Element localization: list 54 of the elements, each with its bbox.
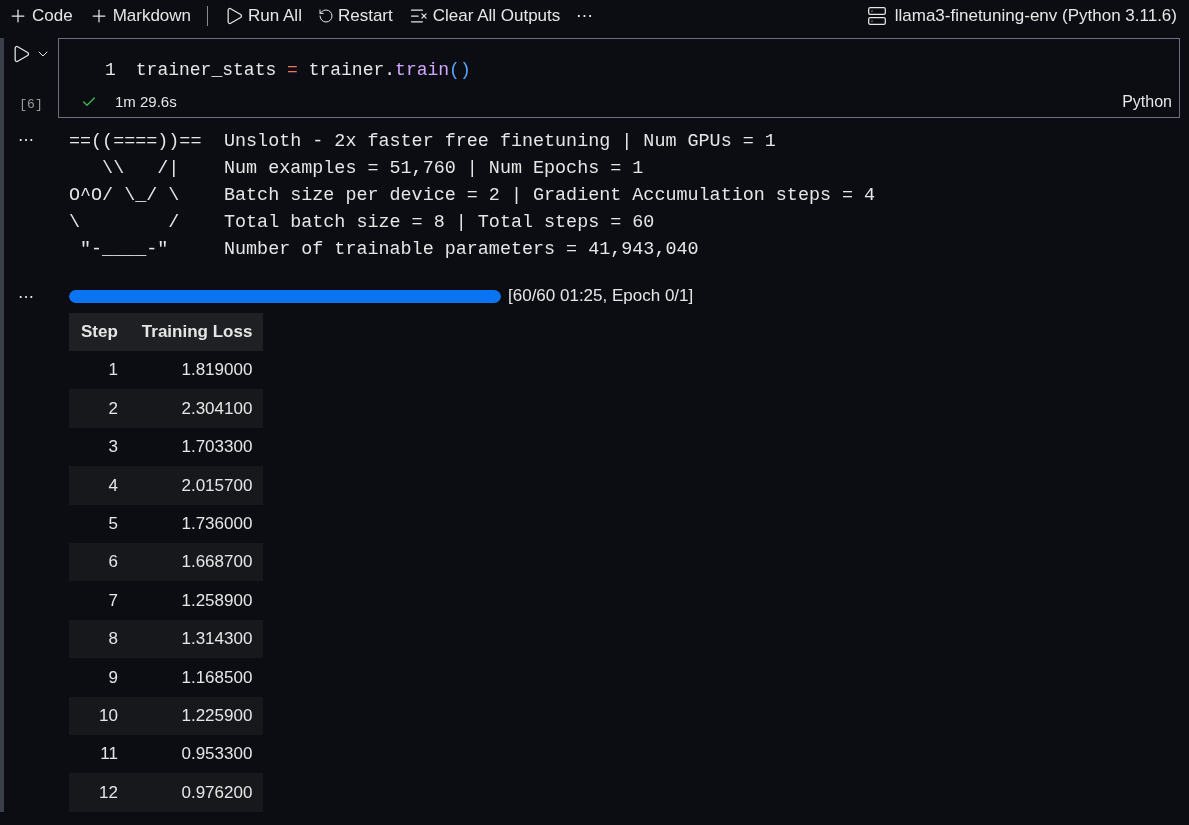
- output-line: Total batch size = 8 | Total steps = 60: [224, 211, 655, 235]
- code-line: trainer_stats = trainer.train(): [135, 59, 471, 82]
- ascii-art: "-____-": [79, 238, 170, 262]
- table-cell: 0.976200: [129, 773, 264, 812]
- table-cell: 7: [69, 581, 130, 620]
- line-number: 1: [105, 59, 116, 82]
- ascii-art: \\ /|: [101, 157, 181, 181]
- output-menu[interactable]: ⋯: [18, 288, 34, 305]
- table-cell: 1.314300: [129, 619, 264, 659]
- table-cell: 1.225900: [129, 696, 264, 735]
- more-button[interactable]: ⋯: [576, 3, 594, 29]
- ascii-art: ==((====))==: [69, 130, 203, 154]
- table-cell: 8: [69, 619, 130, 659]
- table-cell: 12: [69, 773, 130, 812]
- restart-icon: [317, 8, 334, 24]
- table-cell: 3: [69, 427, 130, 467]
- toolbar-button[interactable]: Restart: [317, 3, 393, 29]
- toolbar-button[interactable]: Markdown: [88, 3, 192, 29]
- table-cell: 10: [69, 696, 130, 735]
- toolbar-button[interactable]: Run All: [224, 3, 302, 29]
- code-cell[interactable]: 1 trainer_stats = trainer.train() 1m 29.6s Python: [58, 38, 1180, 118]
- output-line: Num examples = 51,760 | Num Epochs = 1: [224, 157, 644, 181]
- table-cell: 2.304100: [129, 389, 264, 428]
- ascii-art: O^O/ \_/ \: [69, 184, 181, 208]
- table-cell: 2: [69, 389, 130, 428]
- table-cell: 0.953300: [129, 734, 264, 774]
- table-cell: 1.668700: [129, 542, 264, 582]
- kernel-picker[interactable]: llama3-finetuning-env (Python 3.11.6): [866, 3, 1177, 29]
- column-header: Training Loss: [129, 313, 264, 351]
- table-cell: 6: [69, 542, 130, 582]
- toolbar-button[interactable]: Code: [8, 3, 73, 29]
- execution-count: [6]: [19, 95, 43, 114]
- table-cell: 4: [69, 466, 130, 505]
- output-line: Number of trainable parameters = 41,943,040: [224, 238, 699, 262]
- progress-label: [60/60 01:25, Epoch 0/1]: [508, 285, 694, 308]
- output-line: Unsloth - 2x faster free finetuning | Num GPUs = 1: [224, 130, 776, 154]
- table-cell: 1.703300: [129, 427, 264, 467]
- server-icon: [866, 6, 887, 26]
- table-cell: 5: [69, 504, 130, 543]
- execution-time: 1m 29.6s: [115, 91, 177, 112]
- table-cell: 1: [69, 351, 130, 390]
- table-cell: 11: [69, 734, 130, 774]
- table-cell: 1.736000: [129, 504, 264, 543]
- table-cell: 9: [69, 658, 130, 697]
- table-cell: 1.819000: [129, 351, 264, 390]
- output-menu[interactable]: ⋯: [18, 131, 34, 148]
- toolbar-button[interactable]: Clear All Outputs: [408, 3, 561, 29]
- output-line: Batch size per device = 2 | Gradient Accumulation steps = 4: [224, 184, 876, 208]
- table-cell: 2.015700: [129, 466, 264, 505]
- column-header: Step: [69, 313, 130, 351]
- table-cell: 1.258900: [129, 581, 264, 620]
- ascii-art: \ /: [69, 211, 181, 235]
- language-label[interactable]: Python: [1122, 90, 1172, 114]
- table-cell: 1.168500: [129, 658, 264, 697]
